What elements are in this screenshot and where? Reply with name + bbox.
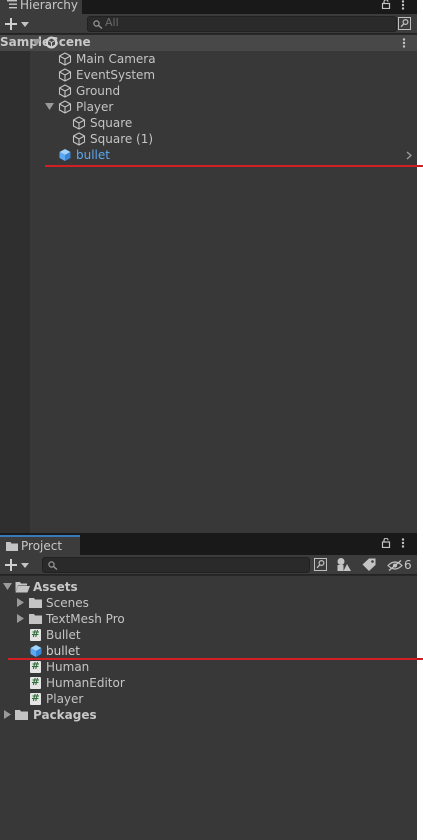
item-label: Square (1) (90, 132, 154, 146)
gameobject-icon (58, 52, 72, 66)
item-label: Player (76, 100, 114, 114)
search-icon (48, 561, 58, 570)
chevron-down-icon (21, 22, 29, 27)
hierarchy-tab-label: Hierarchy (20, 0, 79, 12)
scene-row[interactable]: SampleScene (0, 35, 417, 51)
create-dropdown[interactable] (3, 557, 31, 573)
packages-label: Packages (33, 708, 97, 722)
chevron-down-icon[interactable] (3, 583, 12, 591)
red-underline-tail (417, 658, 423, 660)
plus-icon (5, 559, 17, 571)
red-underline (45, 165, 423, 167)
gameobject-icon (58, 68, 72, 82)
item-label: Ground (76, 84, 121, 98)
folder-icon (29, 598, 42, 608)
csharp-script-icon: # (30, 677, 41, 689)
red-underline-tail (417, 165, 423, 167)
filter-by-type-icon[interactable] (336, 557, 352, 572)
scene-menu-icon[interactable] (402, 38, 406, 48)
project-search-input[interactable] (42, 557, 310, 573)
open-folder-icon (15, 582, 30, 593)
folder-icon (6, 542, 18, 551)
item-label: Scenes (46, 596, 89, 610)
plus-icon (5, 18, 17, 30)
tag-icon[interactable] (362, 558, 376, 571)
tab-project[interactable]: Project (0, 535, 80, 555)
search-by-type-icon[interactable] (314, 558, 327, 571)
chevron-down-icon[interactable] (45, 103, 54, 111)
hidden-count: 6 (404, 558, 412, 572)
folder-icon (29, 614, 42, 624)
search-by-type-icon[interactable] (398, 17, 411, 30)
csharp-script-icon: # (30, 629, 41, 641)
tab-hierarchy[interactable]: Hierarchy (0, 0, 82, 14)
chevron-down-icon (21, 563, 29, 568)
item-label: EventSystem (76, 68, 156, 82)
kebab-menu-icon[interactable] (401, 0, 405, 10)
unity-scene-icon (45, 36, 58, 49)
item-label: bullet (76, 148, 110, 162)
project-tab-label: Project (21, 539, 63, 553)
item-label: TextMesh Pro (46, 612, 125, 626)
folder-icon (15, 710, 28, 720)
gameobject-icon (72, 116, 86, 130)
item-label: Human (46, 660, 90, 674)
search-placeholder: All (105, 16, 119, 29)
project-toolbar: 6 (0, 555, 417, 575)
hierarchy-toolbar: All (0, 14, 417, 34)
gameobject-icon (72, 132, 86, 146)
lock-icon[interactable] (381, 0, 391, 9)
csharp-script-icon: # (30, 693, 41, 705)
item-label: HumanEditor (46, 676, 125, 690)
item-label: Main Camera (76, 52, 156, 66)
chevron-right-icon[interactable] (406, 151, 412, 160)
eye-slash-icon (387, 560, 403, 571)
chevron-down-icon[interactable] (32, 39, 41, 47)
prefab-icon (30, 645, 42, 657)
gameobject-icon (58, 100, 72, 114)
lock-icon[interactable] (381, 538, 391, 548)
item-label: Player (46, 692, 84, 706)
chevron-right-icon[interactable] (17, 598, 24, 607)
prefab-icon (59, 149, 71, 161)
chevron-right-icon[interactable] (4, 710, 11, 719)
window-edge (417, 0, 423, 840)
hidden-packages-toggle[interactable]: 6 (385, 557, 415, 573)
search-icon (93, 20, 103, 29)
assets-label: Assets (33, 580, 78, 594)
kebab-menu-icon[interactable] (401, 538, 405, 548)
chevron-right-icon[interactable] (17, 614, 24, 623)
hierarchy-search-input[interactable]: All (87, 16, 397, 32)
item-label: Square (90, 116, 133, 130)
csharp-script-icon: # (30, 661, 41, 673)
item-label: bullet (46, 644, 80, 658)
hierarchy-gutter (0, 51, 30, 534)
list-icon (7, 0, 17, 9)
item-label: Bullet (46, 628, 81, 642)
gameobject-icon (58, 84, 72, 98)
create-dropdown[interactable] (3, 16, 31, 32)
